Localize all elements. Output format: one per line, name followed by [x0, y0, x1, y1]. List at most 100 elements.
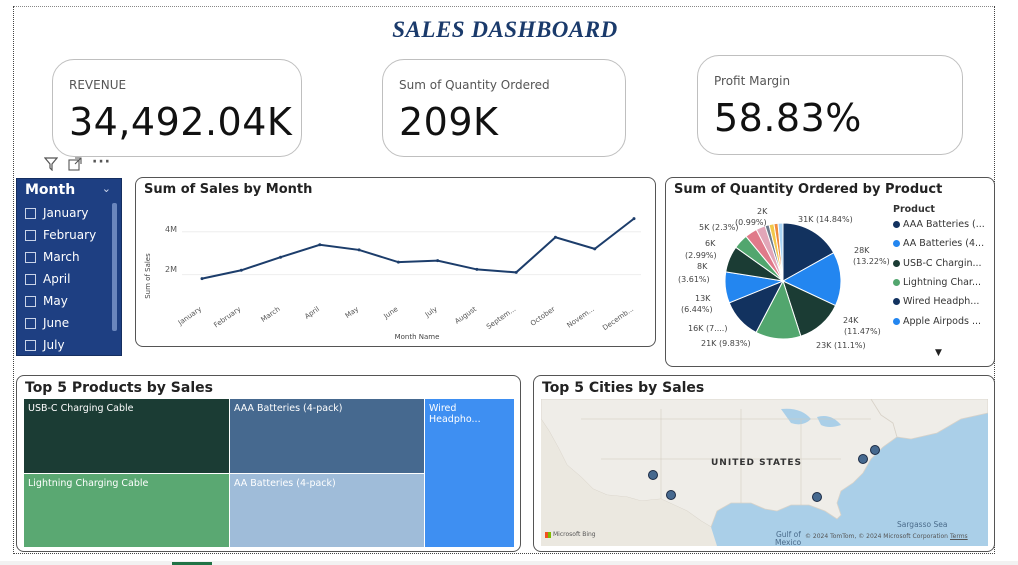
- more-options-icon[interactable]: ···: [92, 155, 111, 175]
- checkbox[interactable]: [25, 295, 36, 307]
- x-tick-label: January: [176, 305, 203, 327]
- x-tick-label: February: [212, 305, 242, 329]
- line-point[interactable]: [475, 267, 479, 271]
- line-point[interactable]: [200, 277, 204, 281]
- slicer-item-label: April: [43, 272, 71, 286]
- line-point[interactable]: [279, 255, 283, 259]
- legend-dot: [893, 318, 900, 325]
- line-point[interactable]: [357, 248, 361, 252]
- x-tick-label: April: [303, 305, 321, 321]
- x-tick-label: Septem...: [485, 305, 517, 331]
- legend-item[interactable]: AA Batteries (4...: [893, 238, 984, 249]
- checkbox[interactable]: [25, 273, 36, 285]
- filter-icon[interactable]: [43, 157, 59, 175]
- tile-label: AAA Batteries (4-pack): [234, 403, 343, 414]
- city-bubble[interactable]: [666, 490, 676, 500]
- slicer-item-july[interactable]: July: [25, 335, 111, 355]
- line-point[interactable]: [632, 217, 636, 221]
- pie-label: 23K (11.1%): [816, 341, 866, 350]
- pie-legend-title: Product: [893, 204, 935, 215]
- month-slicer[interactable]: Month ⌄ January February March April May…: [16, 178, 122, 356]
- caret-down-icon[interactable]: ▼: [935, 348, 942, 358]
- treemap-tile[interactable]: AA Batteries (4-pack): [230, 474, 424, 547]
- line-point[interactable]: [553, 235, 557, 239]
- line-point[interactable]: [436, 259, 440, 263]
- focus-mode-icon[interactable]: [68, 157, 82, 175]
- x-tick-label: Decemb...: [601, 305, 635, 332]
- quantity-card[interactable]: Sum of Quantity Ordered 209K: [382, 59, 626, 157]
- checkbox[interactable]: [25, 207, 36, 219]
- profit-margin-card[interactable]: Profit Margin 58.83%: [697, 55, 963, 155]
- profit-margin-label: Profit Margin: [714, 74, 791, 88]
- line-point[interactable]: [396, 260, 400, 264]
- chevron-down-icon[interactable]: ⌄: [102, 182, 111, 195]
- map-view[interactable]: UNITED STATES Sargasso Sea Gulf of Mexic…: [541, 399, 988, 546]
- checkbox[interactable]: [25, 317, 36, 329]
- map-mexico-label: Mexico: [775, 538, 802, 546]
- checkbox[interactable]: [25, 339, 36, 351]
- legend-item[interactable]: Lightning Char...: [893, 277, 981, 288]
- bing-logo: Microsoft Bing: [545, 531, 596, 538]
- slicer-item-label: May: [43, 294, 68, 308]
- line-point[interactable]: [239, 268, 243, 272]
- pie-label: 24K: [843, 316, 859, 325]
- x-tick-label: March: [260, 305, 282, 324]
- dashboard-canvas: SALES DASHBOARD REVENUE 34,492.04K Sum o…: [0, 0, 1018, 565]
- line-chart-xlabel: Month Name: [395, 333, 440, 341]
- x-tick-label: August: [453, 305, 478, 326]
- tile-label: Lightning Charging Cable: [28, 478, 149, 489]
- legend-item[interactable]: Wired Headph...: [893, 296, 979, 307]
- microsoft-icon: [545, 531, 551, 538]
- pie-label: 6K: [705, 239, 716, 248]
- treemap-tile[interactable]: Wired Headpho...: [425, 399, 514, 547]
- slicer-item-may[interactable]: May: [25, 291, 111, 311]
- x-tick-label: October: [529, 305, 557, 328]
- slicer-item-march[interactable]: March: [25, 247, 111, 267]
- legend-label: USB-C Chargin...: [903, 258, 982, 269]
- pie-label: (11.47%): [844, 327, 881, 336]
- legend-dot: [893, 298, 900, 305]
- slicer-item-april[interactable]: April: [25, 269, 111, 289]
- quantity-by-product-panel[interactable]: Sum of Quantity Ordered by Product 31K (…: [665, 177, 995, 367]
- line-point[interactable]: [318, 243, 322, 247]
- revenue-card[interactable]: REVENUE 34,492.04K: [52, 59, 302, 157]
- legend-label: Lightning Char...: [903, 277, 982, 288]
- line-point[interactable]: [514, 270, 518, 274]
- city-bubble[interactable]: [648, 470, 658, 480]
- slicer-item-february[interactable]: February: [25, 225, 111, 245]
- tile-label: USB-C Charging Cable: [28, 403, 134, 414]
- slicer-item-january[interactable]: January: [25, 203, 111, 223]
- city-bubble[interactable]: [870, 445, 880, 455]
- legend-label: Wired Headph...: [903, 296, 980, 307]
- treemap-tile[interactable]: AAA Batteries (4-pack): [230, 399, 424, 473]
- pie-label: 2K: [757, 207, 768, 216]
- slicer-item-label: February: [43, 228, 97, 242]
- line-point[interactable]: [593, 247, 597, 251]
- city-bubble[interactable]: [812, 492, 822, 502]
- legend-dot: [893, 221, 900, 228]
- map-terms-link[interactable]: Terms: [950, 533, 968, 540]
- map-copyright: © 2024 TomTom, © 2024 Microsoft Corporat…: [805, 533, 948, 540]
- treemap-tile[interactable]: USB-C Charging Cable: [24, 399, 229, 473]
- visual-header-icons: ···: [43, 155, 111, 175]
- treemap-title: Top 5 Products by Sales: [25, 380, 213, 396]
- pie-label: 21K (9.83%): [701, 339, 751, 348]
- line-chart: Sum of Sales Month Name 4M 2M January Feb…: [144, 217, 641, 341]
- legend-item[interactable]: AAA Batteries (...: [893, 219, 985, 230]
- quantity-value: 209K: [399, 100, 499, 144]
- checkbox[interactable]: [25, 251, 36, 263]
- legend-item[interactable]: Apple Airpods ...: [893, 316, 981, 327]
- x-tick-label: July: [423, 305, 439, 319]
- slicer-item-june[interactable]: June: [25, 313, 111, 333]
- slicer-scrollbar[interactable]: [112, 203, 117, 331]
- quantity-label: Sum of Quantity Ordered: [399, 78, 550, 92]
- checkbox[interactable]: [25, 229, 36, 241]
- pie-chart: 31K (14.84%) 28K (13.22%) 24K (11.47%) 2…: [678, 207, 890, 350]
- map-title: Top 5 Cities by Sales: [542, 380, 705, 396]
- pie-label: (2.99%): [685, 251, 717, 260]
- sales-line[interactable]: [201, 217, 635, 280]
- legend-item[interactable]: USB-C Chargin...: [893, 258, 982, 269]
- sales-by-month-panel[interactable]: Sum of Sales by Month Sum of Sales Month…: [135, 177, 656, 347]
- treemap-tile[interactable]: Lightning Charging Cable: [24, 474, 229, 547]
- city-bubble[interactable]: [858, 454, 868, 464]
